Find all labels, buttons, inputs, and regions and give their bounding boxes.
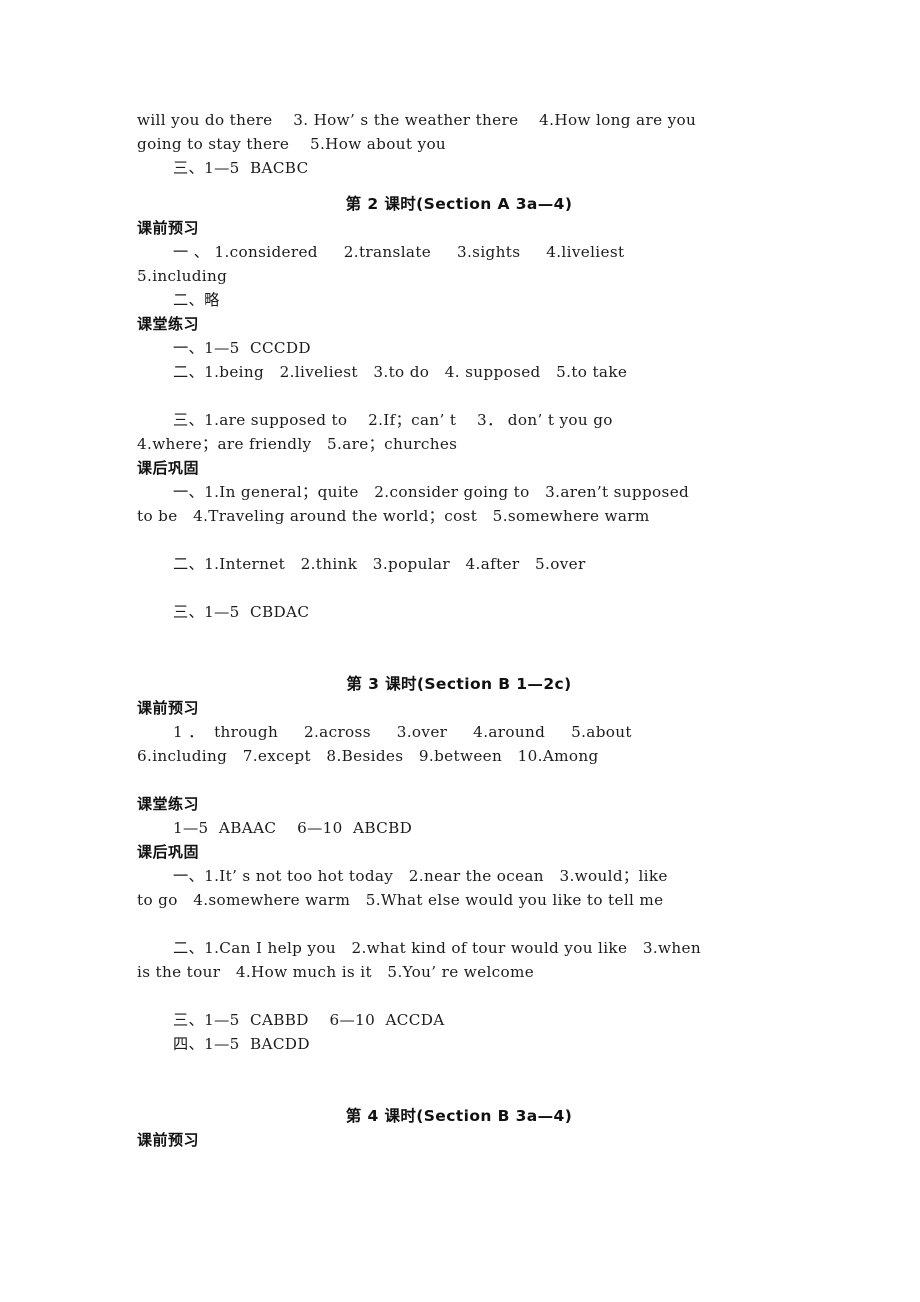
carryover-line-2: going to stay there 5.How about you bbox=[137, 135, 447, 153]
lesson-2-homework-item-2: 二、1.Internet 2.think 3.popular 4.after 5… bbox=[173, 555, 586, 573]
lesson-2-preview-item-1-cont: 5.including bbox=[137, 267, 228, 285]
lesson-3-homework-item-4: 四、1—5 BACDD bbox=[173, 1035, 310, 1053]
carryover-line-3: 三、1—5 BACBC bbox=[173, 159, 309, 177]
lesson-3-homework-item-1-cont: to go 4.somewhere warm 5.What else would… bbox=[137, 891, 664, 909]
lesson-3-homework-item-2: 二、1.Can I help you 2.what kind of tour w… bbox=[173, 939, 701, 957]
lesson-4-heading: 第 4 课时(Section B 3a—4) bbox=[345, 1107, 573, 1125]
lesson-2-homework-item-3: 三、1—5 CBDAC bbox=[173, 603, 310, 621]
lesson-3-homework-item-2-cont: is the tour 4.How much is it 5.You’ re w… bbox=[137, 963, 535, 981]
lesson-3-homework-label: 课后巩固 bbox=[137, 843, 200, 861]
lesson-2-homework-label: 课后巩固 bbox=[137, 459, 200, 477]
lesson-2-homework-item-1: 一、1.In general；quite 2.consider going to… bbox=[173, 483, 690, 501]
lesson-2-classwork-item-1: 一、1—5 CCCDD bbox=[173, 339, 311, 357]
lesson-3-preview-label: 课前预习 bbox=[137, 699, 200, 717]
carryover-line-1: will you do there 3. How’ s the weather … bbox=[137, 111, 697, 129]
lesson-2-classwork-label: 课堂练习 bbox=[137, 315, 200, 333]
carryover-paragraph: will you do there 3. How’ s the weather … bbox=[137, 108, 793, 180]
lesson-3-preview-item-1-cont: 6.including 7.except 8.Besides 9.between… bbox=[137, 747, 599, 765]
lesson-2-heading: 第 2 课时(Section A 3a—4) bbox=[345, 195, 573, 213]
lesson-3-classwork-item-1: 1—5 ABAAC 6—10 ABCBD bbox=[173, 819, 413, 837]
lesson-3-heading: 第 3 课时(Section B 1—2c) bbox=[346, 675, 572, 693]
lesson-3-preview-item-1: 1 ． through 2.across 3.over 4.around 5.a… bbox=[173, 723, 632, 741]
lesson-2-preview-label: 课前预习 bbox=[137, 219, 200, 237]
lesson-3-homework-item-3: 三、1—5 CABBD 6—10 ACCDA bbox=[173, 1011, 445, 1029]
lesson-2-preview-item-2: 二、略 bbox=[173, 291, 220, 309]
lesson-2-preview-item-1: 一 、 1.considered 2.translate 3.sights 4.… bbox=[173, 243, 625, 261]
lesson-3-classwork-label: 课堂练习 bbox=[137, 795, 200, 813]
lesson-2-classwork-item-3: 三、1.are supposed to 2.If；can’ t 3． don’ … bbox=[173, 411, 613, 429]
answer-key-page: will you do there 3. How’ s the weather … bbox=[137, 108, 793, 1152]
lesson-2-homework-item-1-cont: to be 4.Traveling around the world；cost … bbox=[137, 507, 650, 525]
lesson-4-preview-label: 课前预习 bbox=[137, 1131, 200, 1149]
lesson-2-classwork-item-3-cont: 4.where；are friendly 5.are；churches bbox=[137, 435, 458, 453]
lesson-3-homework-item-1: 一、1.It’ s not too hot today 2.near the o… bbox=[173, 867, 668, 885]
lesson-2-classwork-item-2: 二、1.being 2.liveliest 3.to do 4. suppose… bbox=[173, 363, 628, 381]
